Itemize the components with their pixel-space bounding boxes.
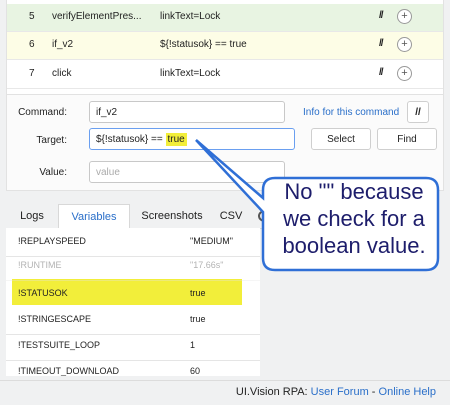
user-forum-link[interactable]: User Forum [311, 386, 369, 398]
footer-brand: UI.Vision RPA: [235, 386, 311, 398]
callout-text: No "" because we check for a boolean val… [282, 179, 426, 258]
footer-separator: - [368, 386, 379, 398]
online-help-link[interactable]: Online Help [379, 386, 436, 398]
footer: UI.Vision RPA: User Forum - Online Help [0, 380, 450, 405]
